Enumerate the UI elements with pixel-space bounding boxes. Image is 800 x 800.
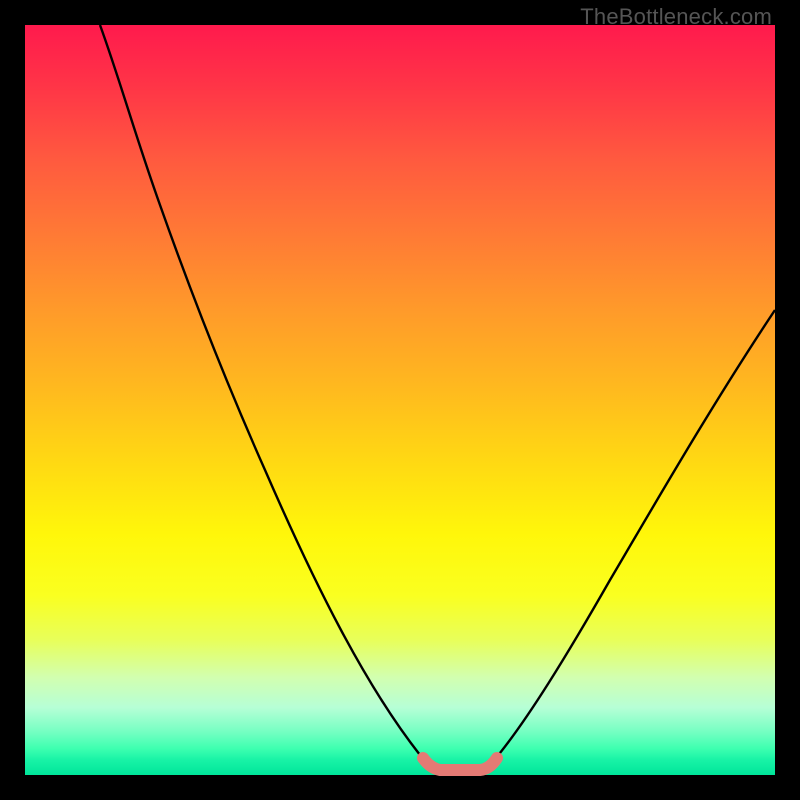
chart-frame: TheBottleneck.com <box>0 0 800 800</box>
chart-svg <box>25 25 775 775</box>
curve-right <box>490 310 775 765</box>
highlight-bottom <box>423 758 497 770</box>
plot-area <box>25 25 775 775</box>
curve-left <box>100 25 430 765</box>
